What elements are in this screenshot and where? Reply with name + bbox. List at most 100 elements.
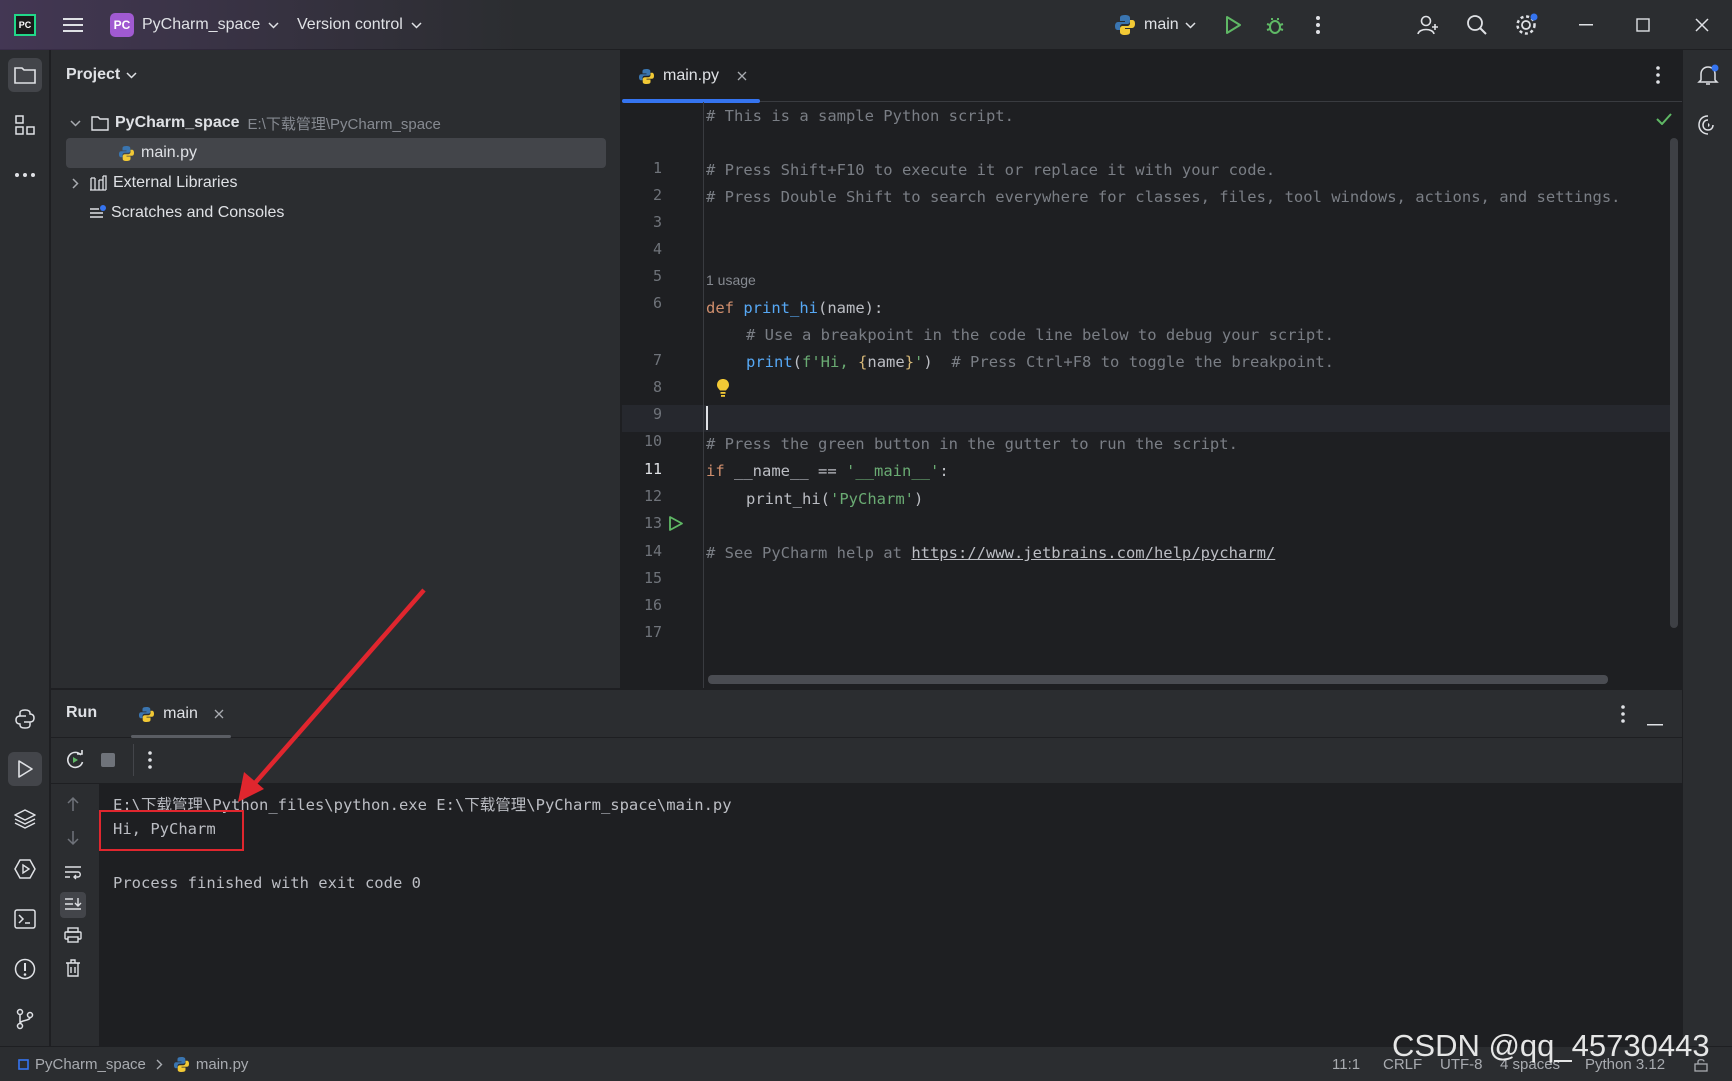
inspection-ok-icon[interactable] xyxy=(1656,112,1672,129)
code-line-16[interactable]: # See PyCharm help at https://www.jetbra… xyxy=(706,544,1275,562)
arrow-up-icon xyxy=(67,796,79,811)
soft-wrap-icon xyxy=(65,866,81,880)
breadcrumb-file[interactable]: main.py xyxy=(196,1056,249,1073)
pycharm-logo-icon[interactable]: PC xyxy=(10,10,40,40)
code-line-13[interactable]: if __name__ == '__main__': xyxy=(706,462,949,480)
chevron-down-icon xyxy=(126,71,137,79)
print-button[interactable] xyxy=(64,927,82,947)
python-console-button[interactable] xyxy=(8,702,42,736)
code-text: ) xyxy=(923,353,933,371)
search-icon xyxy=(1467,15,1487,35)
git-button[interactable] xyxy=(8,1002,42,1036)
services-button[interactable] xyxy=(8,852,42,886)
problems-button[interactable] xyxy=(8,952,42,986)
editor-horizontal-scrollbar[interactable] xyxy=(708,675,1608,684)
code-with-me-button[interactable] xyxy=(1413,10,1443,40)
code-line-9[interactable]: print(f'Hi, {name}') # Press Ctrl+F8 to … xyxy=(746,353,1334,371)
more-tools-button[interactable] xyxy=(8,158,42,192)
soft-wrap-button[interactable] xyxy=(64,864,82,884)
run-tool-button[interactable] xyxy=(8,752,42,786)
tree-item-project-root[interactable]: PyCharm_space E:\下载管理\PyCharm_space xyxy=(66,108,606,138)
usage-hint[interactable]: 1 usage xyxy=(706,272,756,288)
code-line-8[interactable]: # Use a breakpoint in the code line belo… xyxy=(746,326,1334,344)
project-switcher[interactable]: PC PyCharm_space xyxy=(110,0,279,50)
line-number: 2 xyxy=(652,186,662,204)
more-horizontal-icon xyxy=(15,173,35,177)
search-button[interactable] xyxy=(1462,10,1492,40)
chevron-down-icon xyxy=(1185,21,1196,29)
rerun-button[interactable] xyxy=(65,750,85,774)
tree-item-main-py[interactable]: main.py xyxy=(66,138,606,168)
ai-assistant-button[interactable] xyxy=(1691,108,1725,142)
run-panel-options-button[interactable] xyxy=(1621,705,1625,727)
scratches-icon xyxy=(90,205,106,218)
maximize-button[interactable] xyxy=(1628,10,1658,40)
current-line-highlight xyxy=(622,405,1672,432)
stop-button[interactable] xyxy=(101,753,115,771)
structure-tool-button[interactable] xyxy=(8,108,42,142)
run-toolbar-more-button[interactable] xyxy=(148,751,152,773)
console-exit-message[interactable]: Process finished with exit code 0 xyxy=(113,874,421,892)
code-text: name xyxy=(867,353,905,371)
scroll-down-button[interactable] xyxy=(66,830,80,850)
intention-bulb-icon[interactable] xyxy=(716,378,730,402)
code-line-12[interactable]: # Press the green button in the gutter t… xyxy=(706,435,1238,453)
caret-position[interactable]: 11:1 xyxy=(1332,1047,1360,1081)
run-icon xyxy=(669,516,683,531)
breadcrumb-project[interactable]: PyCharm_space xyxy=(35,1056,146,1073)
main-menu-icon[interactable] xyxy=(58,10,88,40)
project-tool-button[interactable] xyxy=(8,58,42,92)
editor-tabs-menu-button[interactable] xyxy=(1656,66,1660,88)
editor-vertical-scrollbar[interactable] xyxy=(1670,138,1678,628)
watermark: CSDN @qq_45730443 xyxy=(1392,1028,1710,1063)
scroll-up-button[interactable] xyxy=(66,796,80,816)
console-output[interactable]: E:\下载管理\Python_files\python.exe E:\下载管理\… xyxy=(99,784,1682,1047)
minimize-button[interactable] xyxy=(1571,10,1601,40)
editor-gutter: 1 2 3 4 5 6 7 8 9 10 11 12 13 14 15 16 1… xyxy=(622,102,704,688)
project-panel-header[interactable]: Project xyxy=(66,66,137,84)
more-vertical-icon xyxy=(1316,16,1320,34)
tree-item-scratches[interactable]: Scratches and Consoles xyxy=(66,198,606,228)
code-line-1[interactable]: # This is a sample Python script. xyxy=(706,107,1014,125)
notifications-button[interactable] xyxy=(1691,58,1725,92)
string-literal: f'Hi, xyxy=(802,353,859,371)
line-number: 11 xyxy=(643,460,662,478)
clear-console-button[interactable] xyxy=(65,959,81,981)
close-window-button[interactable] xyxy=(1687,10,1717,40)
more-actions-button[interactable] xyxy=(1303,10,1333,40)
line-number: 6 xyxy=(652,294,662,312)
settings-button[interactable] xyxy=(1511,10,1541,40)
code-line-14[interactable]: print_hi('PyCharm') xyxy=(746,490,923,508)
function-name: print xyxy=(746,353,793,371)
run-button[interactable] xyxy=(1218,10,1248,40)
run-tab-main[interactable]: main xyxy=(131,690,231,738)
code-line-3[interactable]: # Press Shift+F10 to execute it or repla… xyxy=(706,161,1275,179)
run-panel-title: Run xyxy=(66,704,98,721)
code-line-7[interactable]: def print_hi(name): xyxy=(706,299,883,317)
line-number: 8 xyxy=(652,378,662,396)
gutter-run-button[interactable] xyxy=(668,515,684,536)
terminal-button[interactable] xyxy=(8,902,42,936)
code-line-4[interactable]: # Press Double Shift to search everywher… xyxy=(706,188,1666,206)
python-packages-button[interactable] xyxy=(8,802,42,836)
debug-button[interactable] xyxy=(1260,10,1290,40)
problems-icon xyxy=(14,958,36,980)
run-side-toolbar xyxy=(51,784,99,1047)
tab-label: main.py xyxy=(663,67,720,84)
code-text: __name__ == xyxy=(724,462,846,480)
help-link[interactable]: https://www.jetbrains.com/help/pycharm/ xyxy=(911,544,1275,562)
fstring-brace: { xyxy=(858,353,868,371)
ai-assistant-icon xyxy=(1698,115,1714,135)
close-tab-icon[interactable] xyxy=(737,71,747,81)
tab-main-py[interactable]: main.py xyxy=(622,50,760,103)
editor: main.py 1 2 3 4 5 6 7 8 9 10 11 12 13 14… xyxy=(622,50,1682,688)
tree-item-label: PyCharm_space xyxy=(115,114,240,131)
scroll-to-end-button[interactable] xyxy=(60,892,86,918)
run-config-selector[interactable]: main xyxy=(1114,0,1196,50)
string-literal: ' xyxy=(914,353,924,371)
close-tab-icon[interactable] xyxy=(214,709,224,719)
hide-panel-button[interactable] xyxy=(1647,713,1663,730)
tree-item-external-libraries[interactable]: External Libraries xyxy=(66,168,606,198)
left-tool-strip xyxy=(0,50,50,1046)
version-control-menu[interactable]: Version control xyxy=(297,0,422,50)
